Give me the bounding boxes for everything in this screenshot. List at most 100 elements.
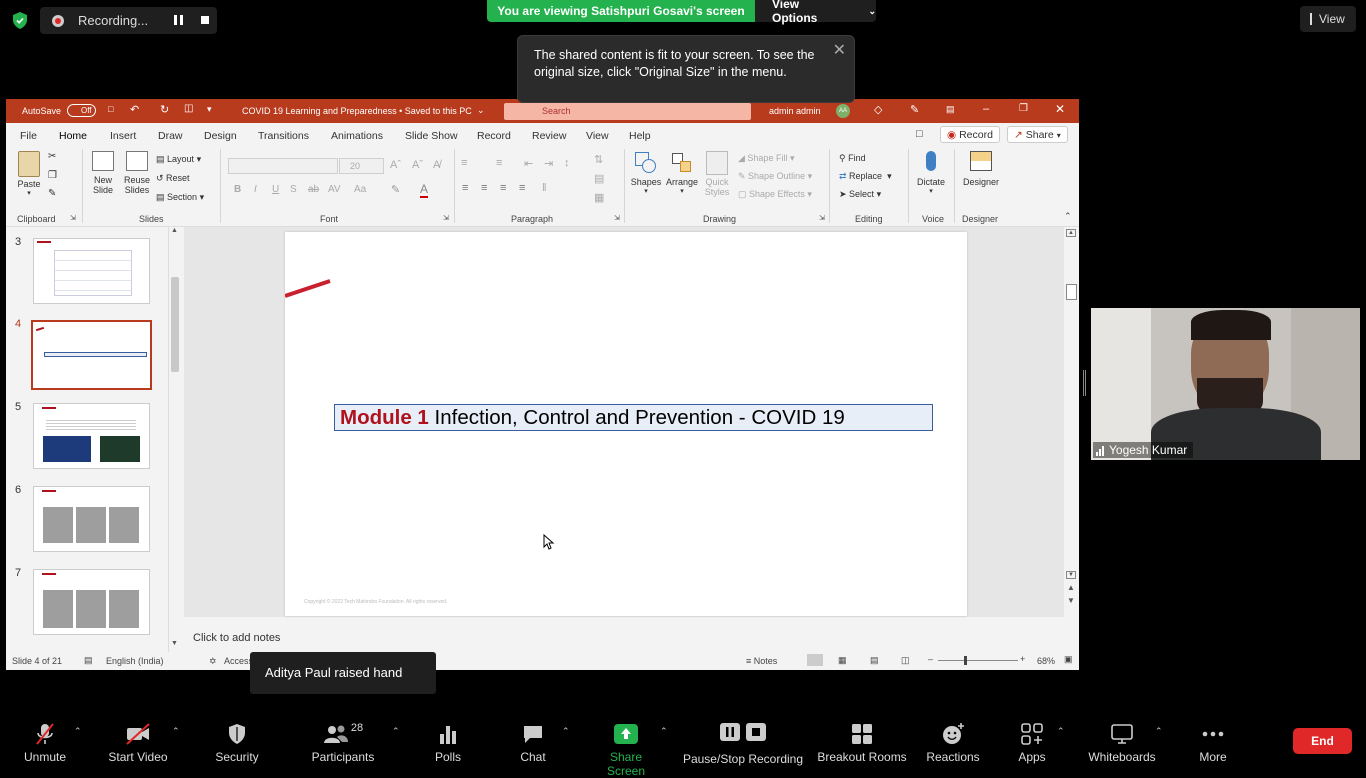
numbering-icon[interactable]: ≡ — [496, 157, 502, 169]
quick-styles-button[interactable]: Quick Styles — [702, 151, 732, 197]
unmute-button[interactable]: Unmute — [22, 722, 68, 764]
columns-icon[interactable]: ‖ — [542, 182, 547, 194]
cut-icon[interactable]: ✂ — [48, 151, 56, 162]
zoom-level[interactable]: 68% — [1037, 656, 1055, 666]
shape-outline-button[interactable]: ✎ Shape Outline ▾ — [738, 171, 812, 182]
replace-button[interactable]: ⇄ Replace ▾ — [839, 171, 892, 182]
scroll-up-icon[interactable]: ▲ — [1066, 229, 1076, 237]
dialog-launcher-icon[interactable]: ⇲ — [70, 214, 76, 222]
security-button[interactable]: Security — [212, 722, 262, 764]
zoom-out-icon[interactable]: – — [928, 654, 933, 664]
tab-animations[interactable]: Animations — [331, 130, 383, 142]
tab-file[interactable]: File — [20, 130, 37, 142]
tab-help[interactable]: Help — [629, 130, 651, 142]
reuse-slides-button[interactable]: Reuse Slides — [121, 151, 153, 195]
slideshow-view-icon[interactable]: ◫ — [901, 655, 910, 666]
pen-icon[interactable]: ✎ — [910, 103, 919, 116]
new-slide-button[interactable]: New Slide — [88, 151, 118, 195]
restore-icon[interactable]: ❐ — [1019, 103, 1028, 114]
shapes-button[interactable]: Shapes ▾ — [630, 151, 662, 195]
comments-icon[interactable]: □ — [916, 128, 923, 140]
align-center-icon[interactable]: ≡ — [481, 182, 487, 194]
line-spacing-icon[interactable]: ↕ — [564, 157, 570, 169]
end-meeting-button[interactable]: End — [1293, 728, 1352, 754]
slide-thumbnail-4[interactable] — [31, 320, 152, 390]
slide-thumbnail-5[interactable] — [33, 403, 150, 469]
customize-qat-icon[interactable]: ▾ — [207, 104, 212, 115]
stop-recording-icon[interactable] — [201, 16, 209, 24]
redo-icon[interactable]: ↻ — [160, 103, 169, 116]
tab-review[interactable]: Review — [532, 130, 566, 142]
language-label[interactable]: English (India) — [106, 656, 164, 666]
slide-thumbnail-7[interactable] — [33, 569, 150, 635]
align-text-icon[interactable]: ▤ — [594, 172, 604, 185]
search-input[interactable]: Search — [504, 103, 751, 120]
close-icon[interactable]: ✕ — [833, 42, 846, 59]
whiteboards-options-chevron-icon[interactable]: ⌃ — [1155, 726, 1163, 737]
zoom-slider-thumb[interactable] — [964, 656, 967, 665]
save-icon[interactable]: □ — [108, 104, 113, 114]
accessibility-icon[interactable]: ✡ — [209, 656, 217, 667]
view-options-button[interactable]: View Options ⌄ — [755, 0, 876, 25]
participant-video-tile[interactable] — [1091, 308, 1360, 460]
tab-view[interactable]: View — [586, 130, 609, 142]
spelling-icon[interactable]: ▤ — [84, 655, 93, 666]
bold-icon[interactable]: B — [234, 184, 241, 195]
close-icon[interactable]: ✕ — [1055, 102, 1065, 116]
shrink-font-icon[interactable]: Aˇ — [412, 159, 423, 171]
notes-button[interactable]: ≡ Notes — [746, 656, 777, 666]
diamond-icon[interactable]: ◇ — [874, 103, 882, 116]
share-button[interactable]: ↗ Share ▾ — [1007, 126, 1068, 143]
tab-transitions[interactable]: Transitions — [258, 130, 309, 142]
dialog-launcher-icon[interactable]: ⇲ — [819, 214, 825, 222]
tab-record[interactable]: Record — [477, 130, 511, 142]
normal-view-icon[interactable] — [807, 654, 823, 666]
bullets-icon[interactable]: ≡ — [461, 157, 467, 169]
scroll-thumb[interactable] — [1066, 284, 1077, 300]
apps-options-chevron-icon[interactable]: ⌃ — [1057, 726, 1065, 737]
slide-thumbnail-3[interactable] — [33, 238, 150, 304]
dialog-launcher-icon[interactable]: ⇲ — [443, 214, 449, 222]
shape-fill-button[interactable]: ◢ Shape Fill ▾ — [738, 153, 794, 164]
clear-formatting-icon[interactable]: A̸ — [433, 159, 440, 171]
increase-indent-icon[interactable]: ⇥ — [544, 157, 553, 170]
avatar[interactable]: AA — [836, 104, 850, 118]
polls-button[interactable]: Polls — [428, 722, 468, 764]
chat-button[interactable]: Chat — [514, 722, 552, 764]
font-name-box[interactable] — [228, 158, 338, 174]
scroll-up-icon[interactable]: ▲ — [171, 227, 178, 234]
find-button[interactable]: ⚲ Find — [839, 153, 866, 164]
accessibility-label[interactable]: Access — [224, 656, 253, 666]
present-icon[interactable]: ◫ — [184, 103, 193, 114]
participants-options-chevron-icon[interactable]: ⌃ — [392, 726, 400, 737]
format-painter-icon[interactable]: ✎ — [48, 188, 56, 199]
highlight-icon[interactable]: ✎ — [391, 183, 400, 196]
tab-insert[interactable]: Insert — [110, 130, 136, 142]
ribbon-display-icon[interactable]: ▤ — [946, 104, 955, 115]
chevron-down-icon[interactable]: ⌄ — [477, 105, 485, 116]
copy-icon[interactable]: ❐ — [48, 170, 57, 181]
grow-font-icon[interactable]: Aˆ — [390, 159, 401, 171]
zoom-slider[interactable] — [938, 656, 1018, 665]
previous-slide-icon[interactable]: ▲ — [1067, 583, 1075, 592]
pause-stop-recording-button[interactable]: Pause/Stop Recording — [682, 720, 804, 766]
notes-pane[interactable]: Click to add notes — [184, 627, 1064, 651]
video-options-chevron-icon[interactable]: ⌃ — [172, 726, 180, 737]
pause-recording-icon[interactable] — [174, 15, 183, 25]
reactions-button[interactable]: Reactions — [924, 722, 982, 764]
text-direction-icon[interactable]: ⇅ — [594, 153, 603, 166]
align-left-icon[interactable]: ≡ — [462, 182, 468, 194]
dialog-launcher-icon[interactable]: ⇲ — [614, 214, 620, 222]
italic-icon[interactable]: I — [254, 184, 257, 195]
whiteboards-button[interactable]: Whiteboards — [1084, 722, 1160, 764]
scroll-down-icon[interactable]: ▼ — [171, 640, 178, 647]
char-spacing-icon[interactable]: AV — [328, 184, 341, 195]
scroll-thumb[interactable] — [171, 277, 179, 372]
undo-icon[interactable]: ↶ — [130, 103, 139, 116]
reset-button[interactable]: ↺ Reset — [156, 173, 190, 184]
apps-button[interactable]: Apps — [1014, 722, 1050, 764]
shape-effects-button[interactable]: ▢ Shape Effects ▾ — [738, 189, 812, 200]
slide-title-box[interactable]: Module 1 Infection, Control and Preventi… — [334, 404, 933, 431]
editor-scrollbar[interactable]: ▲ ▼ ▲ ▼ — [1064, 227, 1079, 627]
breakout-rooms-button[interactable]: Breakout Rooms — [816, 722, 908, 764]
